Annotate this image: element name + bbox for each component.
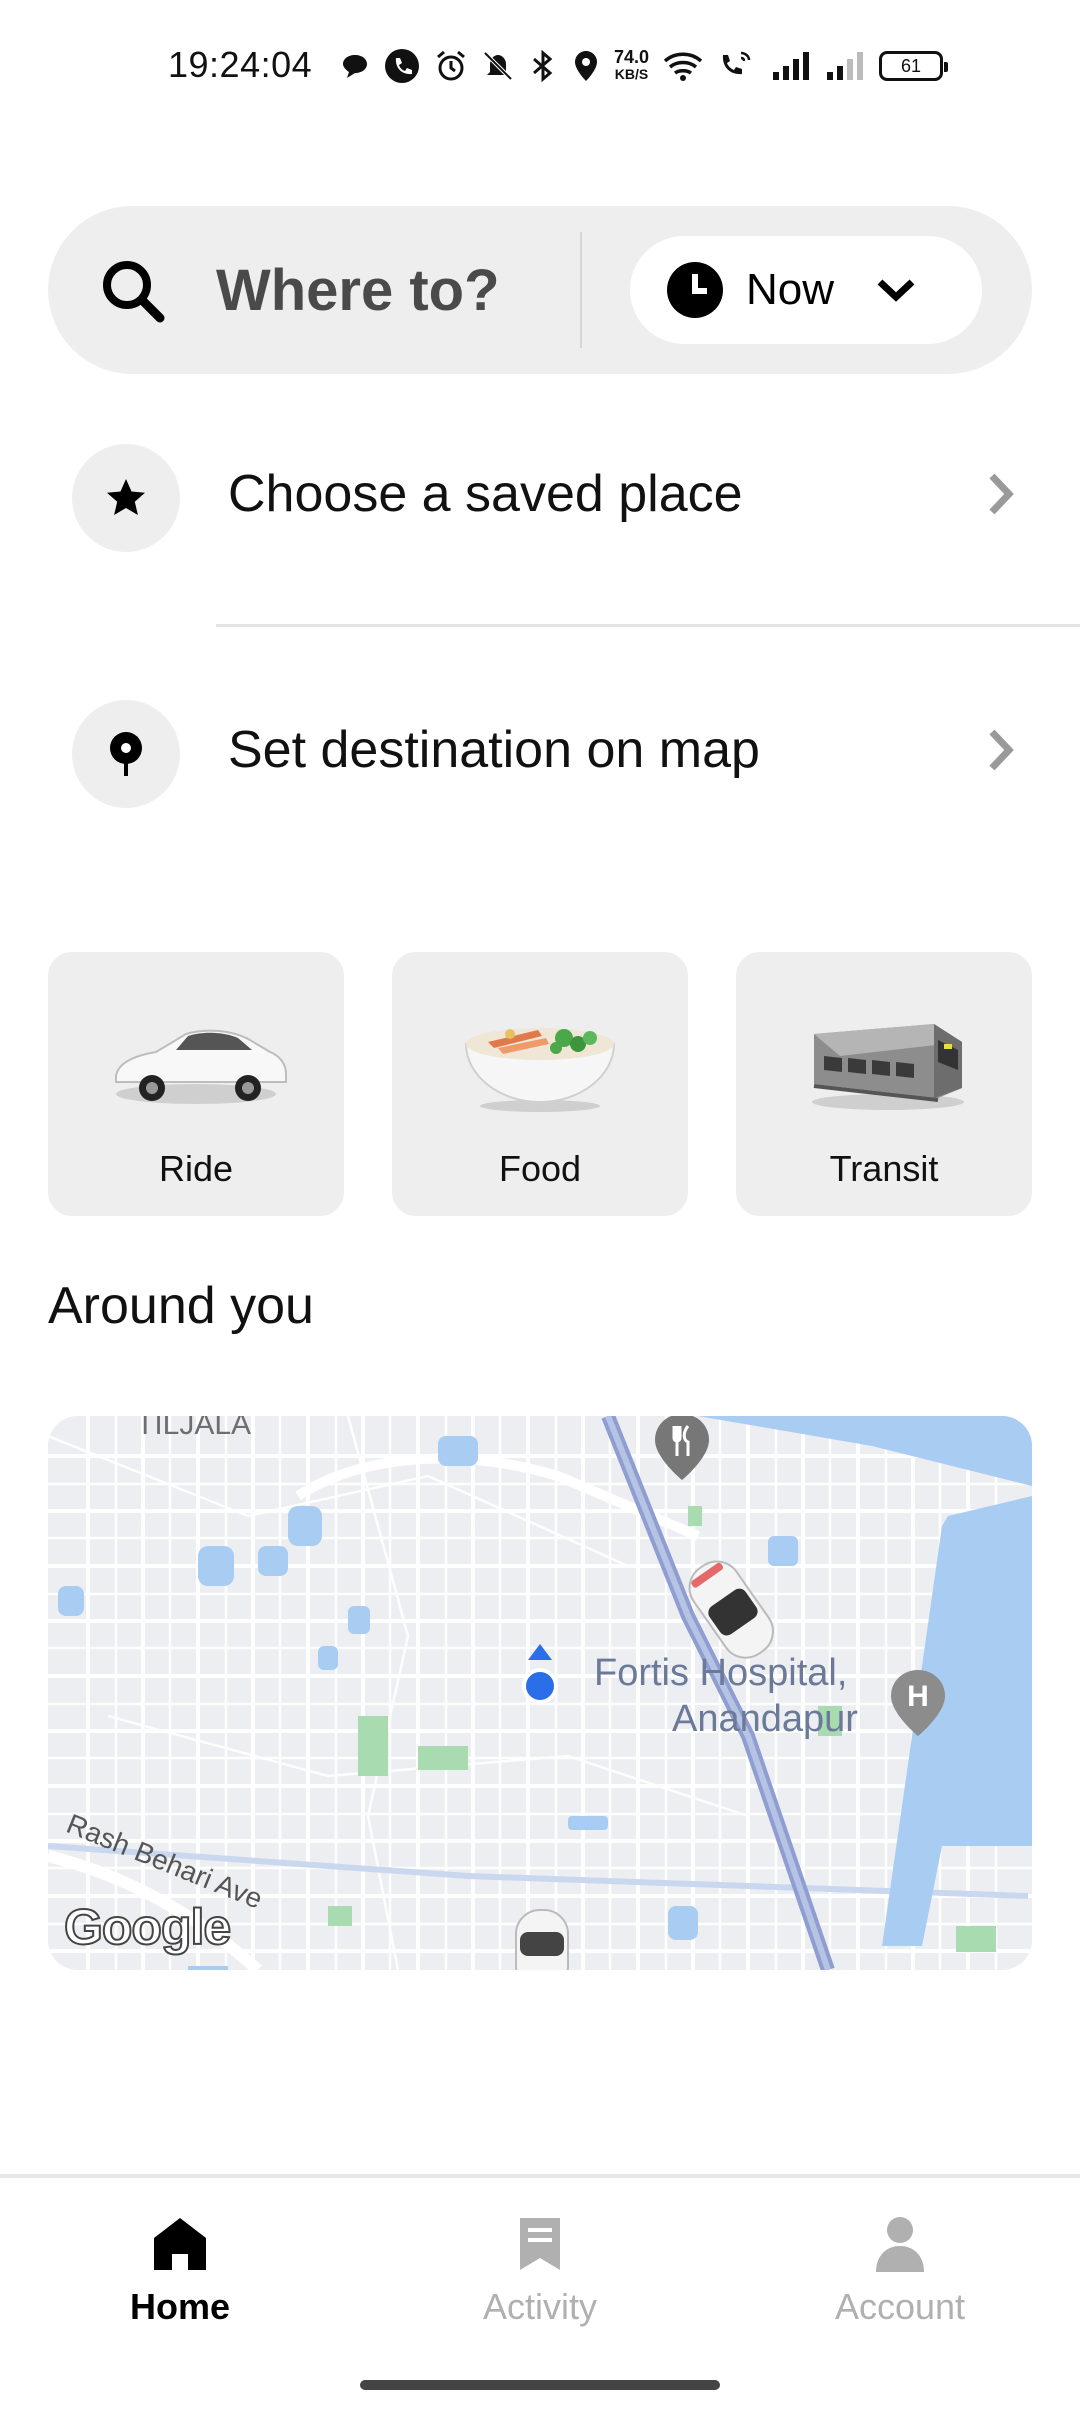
signal-icon-sim1 xyxy=(773,52,810,80)
account-person-icon xyxy=(876,2217,924,2272)
map-pin-icon xyxy=(110,732,142,776)
set-on-map-row[interactable]: Set destination on map xyxy=(0,684,1080,824)
home-indicator[interactable] xyxy=(360,2380,720,2390)
set-on-map-label: Set destination on map xyxy=(228,721,760,779)
nearby-car-icon xyxy=(515,1909,569,1970)
ride-tile[interactable]: Ride xyxy=(48,952,344,1216)
chevron-right-icon xyxy=(989,473,1014,515)
transit-label: Transit xyxy=(829,1148,939,1189)
transit-tile[interactable]: Transit xyxy=(736,952,1032,1216)
where-to-input[interactable] xyxy=(216,256,596,324)
nav-activity-label: Activity xyxy=(482,2286,597,2327)
nearby-car-icon xyxy=(688,1560,774,1659)
car-image xyxy=(115,1029,287,1104)
map-area-label: TILJALA xyxy=(136,1416,252,1441)
food-bowl-image xyxy=(464,1028,616,1112)
row-divider xyxy=(216,624,1080,627)
search-icon xyxy=(103,261,165,323)
mute-icon xyxy=(483,51,513,81)
location-icon xyxy=(575,51,597,81)
schedule-time-label: Now xyxy=(746,265,835,314)
clock-icon xyxy=(667,262,723,318)
around-you-map[interactable]: TILJALA Fortis Hospital, Anandapur Rash … xyxy=(48,1416,1032,1970)
signal-icon-sim2 xyxy=(827,52,864,80)
food-tile[interactable]: Food xyxy=(392,952,688,1216)
saved-place-icon-circle xyxy=(72,444,180,552)
search-divider xyxy=(580,232,582,348)
ride-label: Ride xyxy=(158,1148,234,1189)
chevron-right-icon xyxy=(989,729,1014,771)
saved-place-row[interactable]: Choose a saved place xyxy=(0,428,1080,568)
food-label: Food xyxy=(498,1148,582,1189)
wifi-icon xyxy=(663,52,703,81)
restaurant-marker-icon xyxy=(655,1416,709,1480)
nav-account[interactable]: Account xyxy=(720,2178,1080,2378)
nav-home-label: Home xyxy=(129,2286,231,2327)
wifi-call-icon xyxy=(722,51,751,75)
schedule-time-button[interactable]: Now xyxy=(630,236,982,344)
google-attribution: Google xyxy=(63,1898,232,1956)
net-speed: 74.0 KB/S xyxy=(614,47,650,82)
set-on-map-icon-circle xyxy=(72,700,180,808)
alarm-icon xyxy=(437,50,465,81)
svg-text:H: H xyxy=(907,1680,929,1713)
nav-home[interactable]: Home xyxy=(0,2178,360,2378)
home-icon xyxy=(154,2218,206,2270)
activity-receipt-icon xyxy=(520,2218,560,2270)
saved-place-label: Choose a saved place xyxy=(228,465,743,523)
hospital-marker-icon: H xyxy=(891,1670,945,1736)
status-time: 19:24:04 xyxy=(168,44,313,85)
train-image xyxy=(812,1024,964,1110)
search-bar: Now xyxy=(48,206,1032,374)
current-location-icon xyxy=(522,1644,558,1704)
star-icon xyxy=(107,479,145,515)
chevron-down-icon xyxy=(877,279,915,302)
bluetooth-icon xyxy=(533,49,553,83)
status-bar: 19:24:04 74.0 KB/S 61 xyxy=(0,0,1080,130)
phone-call-icon xyxy=(385,49,419,83)
bottom-nav: Home Activity Account xyxy=(0,2178,1080,2412)
nav-account-label: Account xyxy=(834,2286,966,2327)
chat-bubble-icon xyxy=(343,55,367,78)
around-you-title: Around you xyxy=(48,1277,314,1335)
nav-activity[interactable]: Activity xyxy=(360,2178,720,2378)
map-poi-label-line2: Anandapur xyxy=(672,1698,858,1740)
battery-indicator: 61 xyxy=(879,51,949,81)
status-icons: 74.0 KB/S 61 xyxy=(340,44,949,88)
